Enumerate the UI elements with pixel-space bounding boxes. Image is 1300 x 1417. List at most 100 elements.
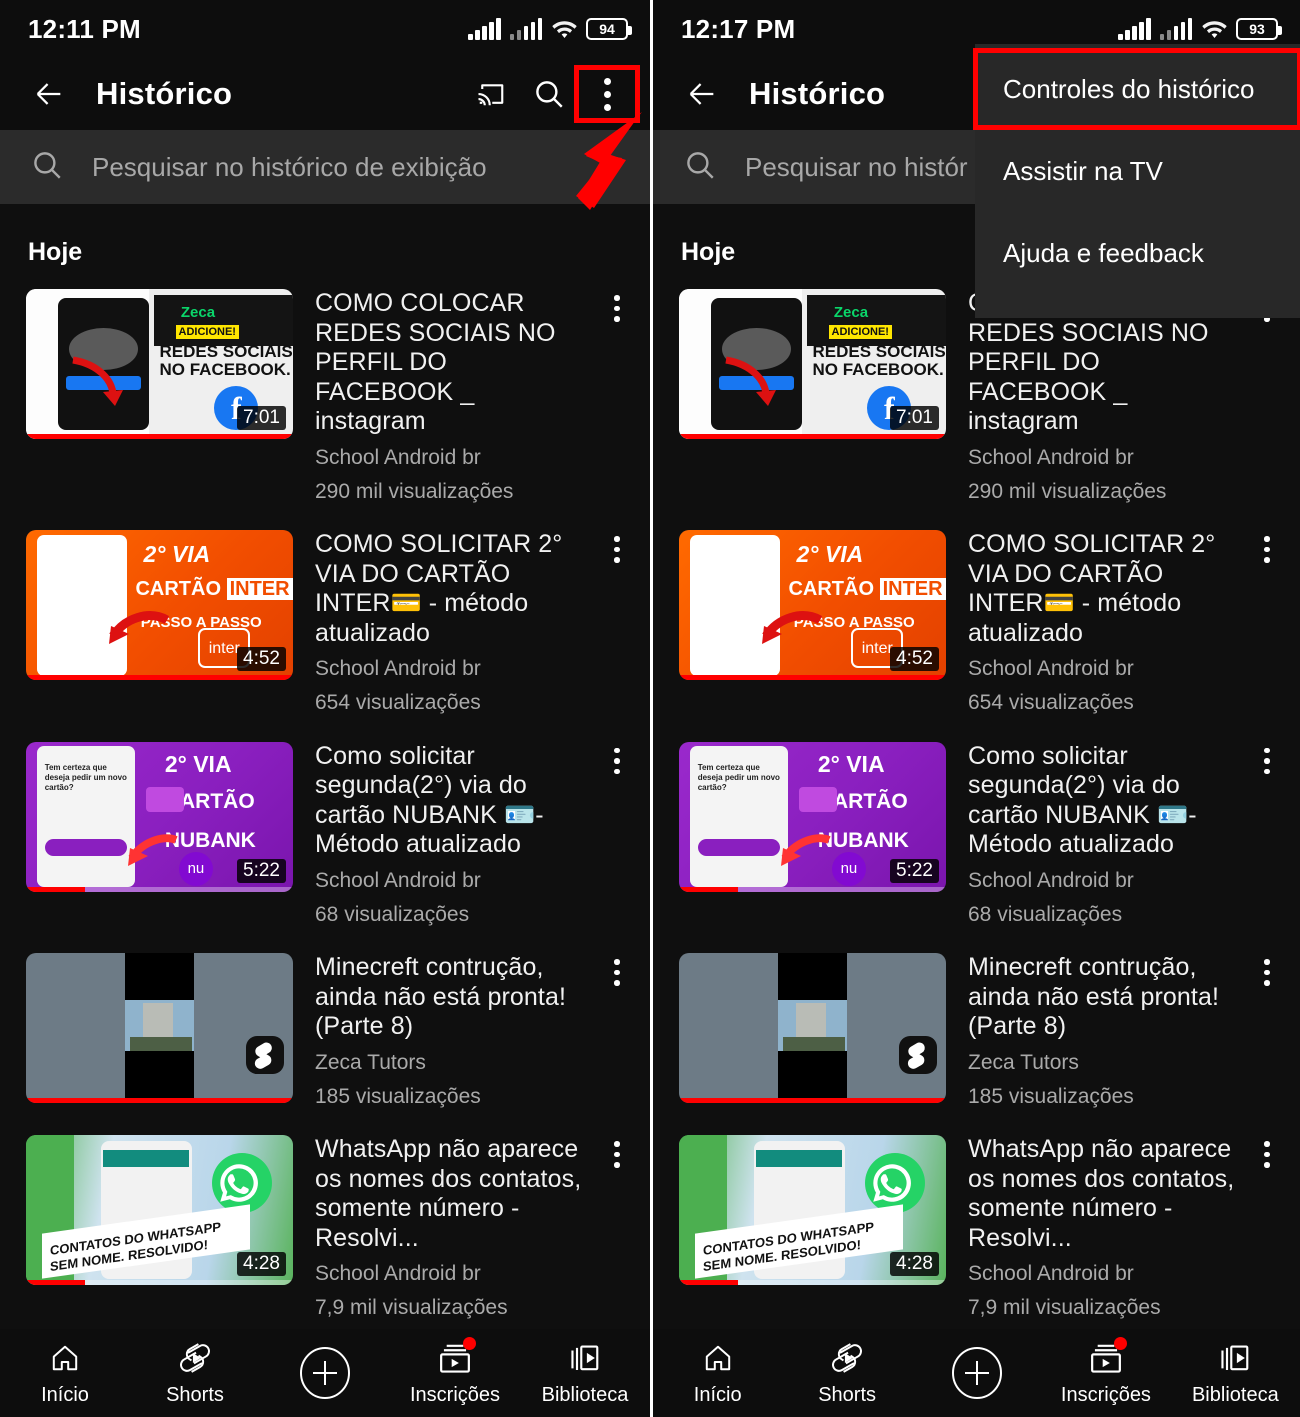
back-arrow-icon[interactable] xyxy=(679,71,725,117)
bottom-nav-home[interactable]: Início xyxy=(653,1339,782,1407)
video-meta: COMO SOLICITAR 2° VIA DO CARTÃO INTER💳 -… xyxy=(293,530,598,717)
bottom-nav-label: Início xyxy=(693,1384,742,1406)
video-overflow-button[interactable] xyxy=(598,742,636,929)
battery-level: 94 xyxy=(599,21,615,37)
status-icons: 93 xyxy=(1118,18,1282,40)
video-duration: 5:22 xyxy=(237,858,286,883)
shorts-badge-icon xyxy=(246,1036,284,1079)
video-history-item[interactable]: 2° VIA CARTÃO INTER PASSO A PASSO inter 4:52… xyxy=(0,530,650,717)
video-history-item[interactable]: Minecreft contrução, ainda não está pron… xyxy=(0,953,650,1110)
video-title: WhatsApp não aparece os nomes dos contat… xyxy=(315,1135,582,1252)
kebab-menu-icon xyxy=(614,959,620,1110)
video-history-item[interactable]: 2° VIA CARTÃO INTER PASSO A PASSO inter 4:52… xyxy=(653,530,1300,717)
video-channel: School Android br xyxy=(315,1262,481,1285)
video-history-item[interactable]: ZecaADICIONE!REDES SOCIAISNO FACEBOOK.f7… xyxy=(653,289,1300,505)
bottom-nav-shorts[interactable]: Shorts xyxy=(782,1339,911,1407)
video-title: WhatsApp não aparece os nomes dos contat… xyxy=(968,1135,1235,1252)
video-overflow-button[interactable] xyxy=(1248,530,1286,717)
video-overflow-button[interactable] xyxy=(598,953,636,1110)
video-history-item[interactable]: CONTATOS DO WHATSAPP SEM NOME. RESOLVIDO!… xyxy=(0,1135,650,1322)
status-icons: 94 xyxy=(468,18,632,40)
search-placeholder: Pesquisar no histór xyxy=(745,151,968,182)
app-bar: Histórico xyxy=(0,58,650,130)
video-duration: 7:01 xyxy=(237,406,286,430)
video-thumbnail[interactable]: Tem certeza que deseja pedir um novo car… xyxy=(679,741,946,892)
video-thumbnail[interactable]: 2° VIA CARTÃO INTER PASSO A PASSO inter 4:52 xyxy=(679,530,946,680)
video-overflow-button[interactable] xyxy=(1248,289,1286,505)
video-overflow-button[interactable] xyxy=(598,289,636,505)
video-overflow-button[interactable] xyxy=(598,530,636,717)
video-history-item[interactable]: Tem certeza que deseja pedir um novo car… xyxy=(653,741,1300,929)
video-overflow-button[interactable] xyxy=(1248,742,1286,929)
video-views: 290 mil visualizações xyxy=(968,479,1167,503)
video-thumbnail[interactable]: ZecaADICIONE!REDES SOCIAISNO FACEBOOK.f7… xyxy=(679,289,946,439)
bottom-nav-home[interactable]: Início xyxy=(0,1339,130,1407)
menu-item-label: Assistir na TV xyxy=(1003,155,1163,186)
menu-item-label: Controles do histórico xyxy=(1003,73,1255,104)
screenshot-panel-left: 12:11 PM 94 Histórico Pesquisar no históric… xyxy=(0,0,650,1417)
menu-item-1[interactable]: Assistir na TV xyxy=(975,132,1300,210)
bottom-nav-label: Inscrições xyxy=(1060,1384,1151,1406)
video-thumbnail[interactable] xyxy=(26,953,293,1103)
bottom-nav-create-plus[interactable] xyxy=(912,1347,1041,1399)
kebab-menu-icon xyxy=(1264,747,1270,929)
video-thumbnail[interactable]: ZecaADICIONE!REDES SOCIAISNO FACEBOOK.f7… xyxy=(26,289,293,439)
create-plus-icon xyxy=(949,1347,1005,1399)
video-history-item[interactable]: CONTATOS DO WHATSAPP SEM NOME. RESOLVIDO!… xyxy=(653,1135,1300,1322)
bottom-nav-label: Biblioteca xyxy=(1191,1384,1279,1406)
video-thumbnail[interactable]: 2° VIA CARTÃO INTER PASSO A PASSO inter 4:52 xyxy=(26,530,293,680)
video-meta: Minecreft contrução, ainda não está pron… xyxy=(293,953,598,1110)
bottom-nav-label: Início xyxy=(41,1384,89,1406)
video-views: 7,9 mil visualizações xyxy=(315,1296,508,1320)
battery-icon: 94 xyxy=(586,18,632,40)
video-channel: Zeca Tutors xyxy=(968,1050,1079,1074)
video-history-item[interactable]: Minecreft contrução, ainda não está pron… xyxy=(653,953,1300,1110)
back-arrow-icon[interactable] xyxy=(26,71,72,117)
video-thumbnail[interactable]: Tem certeza que deseja pedir um novo car… xyxy=(26,741,293,892)
bottom-nav-create-plus[interactable] xyxy=(260,1347,390,1399)
video-meta: Como solicitar segunda(2°) via do cartão… xyxy=(946,742,1248,929)
video-overflow-button[interactable] xyxy=(1248,953,1286,1110)
video-views: 185 visualizações xyxy=(968,1084,1134,1108)
wifi-icon xyxy=(551,18,577,40)
kebab-menu-icon xyxy=(1264,295,1270,505)
kebab-menu-icon xyxy=(1264,536,1270,717)
video-history-item[interactable]: Tem certeza que deseja pedir um novo car… xyxy=(0,741,650,929)
video-meta: COMO SOLICITAR 2° VIA DO CARTÃO INTER💳 -… xyxy=(946,530,1248,717)
menu-item-0[interactable]: Controles do histórico xyxy=(973,48,1300,130)
bottom-nav-label: Biblioteca xyxy=(541,1384,629,1406)
bottom-nav-library[interactable]: Biblioteca xyxy=(1171,1339,1300,1407)
video-thumbnail[interactable]: CONTATOS DO WHATSAPP SEM NOME. RESOLVIDO!… xyxy=(26,1135,293,1285)
video-views: 185 visualizações xyxy=(315,1084,481,1108)
video-meta: WhatsApp não aparece os nomes dos contat… xyxy=(946,1135,1248,1322)
video-duration: 7:01 xyxy=(890,406,939,430)
video-meta: COMO COLOCAR REDES SOCIAIS NO PERFIL DO … xyxy=(946,289,1248,505)
search-bar[interactable]: Pesquisar no histórico de exibição xyxy=(0,130,650,204)
kebab-menu-icon xyxy=(614,747,620,929)
bottom-nav-library[interactable]: Biblioteca xyxy=(520,1339,650,1407)
video-overflow-button[interactable] xyxy=(1248,1135,1286,1322)
video-history-item[interactable]: ZecaADICIONE!REDES SOCIAISNO FACEBOOK.f7… xyxy=(0,289,650,505)
bottom-nav-shorts[interactable]: Shorts xyxy=(130,1339,260,1407)
watch-progress-bar xyxy=(679,675,946,680)
subscriptions-icon xyxy=(437,1337,476,1377)
video-views: 290 mil visualizações xyxy=(315,479,514,503)
bottom-nav-subscriptions[interactable]: Inscrições xyxy=(390,1337,520,1407)
watch-progress-bar xyxy=(26,886,85,892)
video-title: COMO SOLICITAR 2° VIA DO CARTÃO INTER💳 -… xyxy=(968,530,1216,647)
video-views: 68 visualizações xyxy=(968,902,1123,926)
video-views: 7,9 mil visualizações xyxy=(968,1296,1161,1320)
video-overflow-button[interactable] xyxy=(598,1135,636,1322)
shorts-badge-icon xyxy=(899,1036,937,1079)
page-title: Histórico xyxy=(96,76,233,111)
watch-progress-bar xyxy=(26,1280,85,1285)
overflow-dropdown-menu[interactable]: Controles do histórico Assistir na TV Ajud… xyxy=(973,44,1300,318)
search-icon xyxy=(30,148,64,187)
video-meta: Minecreft contrução, ainda não está pron… xyxy=(946,953,1248,1110)
bottom-nav-label: Shorts xyxy=(818,1384,877,1406)
bottom-nav-subscriptions[interactable]: Inscrições xyxy=(1041,1337,1170,1407)
cast-icon[interactable] xyxy=(462,67,520,121)
video-thumbnail[interactable]: CONTATOS DO WHATSAPP SEM NOME. RESOLVIDO!… xyxy=(679,1135,946,1285)
menu-item-2[interactable]: Ajuda e feedback xyxy=(975,214,1300,292)
video-thumbnail[interactable] xyxy=(679,953,946,1103)
